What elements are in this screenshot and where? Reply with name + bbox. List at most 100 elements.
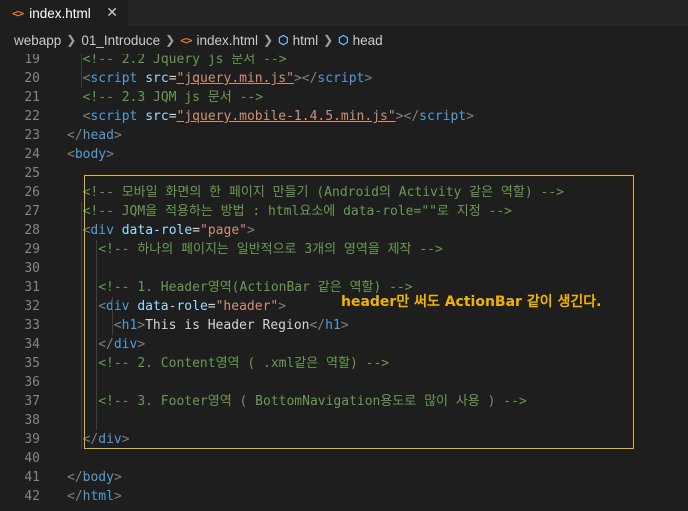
code-content: <!-- 하나의 페이지는 일반적으로 3개의 영역을 제작 --> bbox=[98, 240, 443, 259]
breadcrumb-item-file[interactable]: index.html bbox=[196, 33, 258, 48]
code-line[interactable]: 22 <script src="jquery.mobile-1.4.5.min.j… bbox=[0, 107, 688, 126]
code-token: </ bbox=[98, 337, 114, 352]
code-token: h1 bbox=[325, 318, 341, 333]
indent-guide bbox=[80, 202, 82, 449]
code-line[interactable]: 40 bbox=[0, 449, 688, 468]
chevron-right-icon: ❯ bbox=[165, 33, 176, 47]
code-token: div bbox=[98, 432, 122, 447]
breadcrumb-item-webapp[interactable]: webapp bbox=[14, 33, 61, 48]
code-content: <script src="jquery.mobile-1.4.5.min.js"… bbox=[83, 107, 474, 126]
line-number: 33 bbox=[24, 318, 40, 333]
code-line[interactable]: 39 </div> bbox=[0, 430, 688, 449]
line-number: 40 bbox=[24, 451, 40, 466]
line-number: 23 bbox=[24, 128, 40, 143]
code-line[interactable]: 26 <!-- 모바일 화면의 한 페이지 만들기 (Android의 Activ… bbox=[0, 183, 688, 202]
code-token: script bbox=[419, 109, 467, 124]
breadcrumb-item-folder[interactable]: 01_Introduce bbox=[81, 33, 160, 48]
code-line[interactable]: 28 <div data-role="page"> bbox=[0, 221, 688, 240]
code-token: div bbox=[113, 337, 138, 352]
code-line[interactable]: 35 <!-- 2. Content영역 ( .xml같은 역할) --> bbox=[0, 354, 688, 373]
html-file-icon: <> bbox=[180, 33, 192, 47]
code-token: <!-- JQM을 적용하는 방법 : html요소에 data-role=""… bbox=[82, 204, 513, 219]
code-content: <!-- 2.2 Jquery js 문서 --> bbox=[83, 54, 287, 69]
code-token: </ bbox=[67, 489, 83, 504]
code-line[interactable]: 23 </head> bbox=[0, 126, 688, 145]
code-line[interactable]: 33 <h1>This is Header Region</h1> bbox=[0, 316, 688, 335]
code-content: <!-- 2.3 JQM js 문서 --> bbox=[83, 88, 263, 107]
breadcrumb-item-head[interactable]: head bbox=[353, 33, 383, 48]
code-token: > bbox=[113, 489, 122, 504]
code-token: > bbox=[340, 318, 349, 333]
code-token: ></ bbox=[395, 109, 420, 124]
code-line[interactable]: 37 <!-- 3. Footer영역 ( BottomNavigation용도로… bbox=[0, 392, 688, 411]
line-number: 24 bbox=[24, 147, 40, 162]
code-content: </html> bbox=[67, 487, 122, 506]
code-token: = bbox=[192, 223, 201, 238]
code-token: src bbox=[145, 71, 169, 86]
tab-index-html[interactable]: <> index.html ✕ bbox=[0, 0, 128, 26]
code-line[interactable]: 25 bbox=[0, 164, 688, 183]
code-line[interactable]: 19 <!-- 2.2 Jquery js 문서 --> bbox=[0, 54, 688, 69]
indent-guide bbox=[111, 297, 113, 335]
code-line[interactable]: 30 bbox=[0, 259, 688, 278]
code-token: = bbox=[207, 299, 216, 314]
code-line[interactable]: 20 <script src="jquery.min.js"></script> bbox=[0, 69, 688, 88]
tab-bar: <> index.html ✕ bbox=[0, 0, 688, 26]
code-token: > bbox=[466, 109, 474, 124]
code-token: > bbox=[278, 299, 287, 314]
code-token: > bbox=[364, 71, 373, 86]
line-number: 37 bbox=[24, 394, 40, 409]
code-token: data-role bbox=[121, 223, 193, 238]
line-number: 42 bbox=[24, 489, 40, 504]
code-content: </div> bbox=[98, 335, 145, 354]
code-token: > bbox=[137, 337, 146, 352]
line-number: 38 bbox=[24, 413, 40, 428]
code-token: < bbox=[113, 318, 122, 333]
code-token: body bbox=[82, 470, 114, 485]
code-token: body bbox=[74, 147, 107, 162]
chevron-right-icon: ❯ bbox=[66, 33, 77, 47]
code-token: > bbox=[246, 223, 255, 238]
code-line[interactable]: 42 </html> bbox=[0, 487, 688, 506]
code-token: = bbox=[168, 71, 177, 86]
code-token: </ bbox=[82, 432, 99, 447]
line-number: 20 bbox=[24, 71, 40, 86]
code-content: <!-- 모바일 화면의 한 페이지 만들기 (Android의 Activit… bbox=[83, 183, 564, 202]
chevron-right-icon: ❯ bbox=[323, 33, 334, 47]
line-number: 35 bbox=[24, 356, 40, 371]
line-number: 32 bbox=[24, 299, 40, 314]
code-token: <!-- 3. Footer영역 ( BottomNavigation용도로 많… bbox=[98, 394, 527, 409]
indent-guide bbox=[96, 240, 98, 430]
indent-guide bbox=[80, 54, 82, 88]
code-line[interactable]: 27 <!-- JQM을 적용하는 방법 : html요소에 data-role=… bbox=[0, 202, 688, 221]
code-token: <!-- 2.3 JQM js 문서 --> bbox=[82, 90, 264, 105]
code-line[interactable]: 36 bbox=[0, 373, 688, 392]
code-token: src bbox=[145, 109, 169, 124]
code-content: <!-- JQM을 적용하는 방법 : html요소에 data-role=""… bbox=[83, 202, 512, 221]
code-token: This is Header Region bbox=[145, 318, 310, 333]
html-file-icon: <> bbox=[12, 6, 24, 20]
code-content: <div data-role="page"> bbox=[83, 221, 255, 240]
code-content: </div> bbox=[83, 430, 130, 449]
line-number: 41 bbox=[24, 470, 40, 485]
line-number: 19 bbox=[24, 54, 40, 67]
code-line[interactable]: 21 <!-- 2.3 JQM js 문서 --> bbox=[0, 88, 688, 107]
code-line[interactable]: 41 </body> bbox=[0, 468, 688, 487]
code-token: "header" bbox=[215, 299, 279, 314]
code-line[interactable]: 38 bbox=[0, 411, 688, 430]
code-token: <!-- 하나의 페이지는 일반적으로 3개의 영역을 제작 --> bbox=[98, 242, 443, 257]
breadcrumb-item-html[interactable]: html bbox=[293, 33, 319, 48]
code-line[interactable]: 34 </div> bbox=[0, 335, 688, 354]
code-token: div bbox=[90, 223, 114, 238]
code-token: <!-- 2.2 Jquery js 문서 --> bbox=[82, 54, 287, 67]
code-editor[interactable]: 19 <!-- 2.2 Jquery js 문서 --> 20 <script src… bbox=[0, 54, 688, 511]
close-icon[interactable]: ✕ bbox=[106, 4, 118, 21]
code-content: <!-- 2. Content영역 ( .xml같은 역할) --> bbox=[98, 354, 389, 373]
code-line[interactable]: 29 <!-- 하나의 페이지는 일반적으로 3개의 영역을 제작 --> bbox=[0, 240, 688, 259]
code-line[interactable]: 24 <body> bbox=[0, 145, 688, 164]
line-number: 34 bbox=[24, 337, 40, 352]
code-token: > bbox=[137, 318, 146, 333]
code-token: </ bbox=[67, 470, 83, 485]
code-content: <!-- 3. Footer영역 ( BottomNavigation용도로 많… bbox=[98, 392, 527, 411]
